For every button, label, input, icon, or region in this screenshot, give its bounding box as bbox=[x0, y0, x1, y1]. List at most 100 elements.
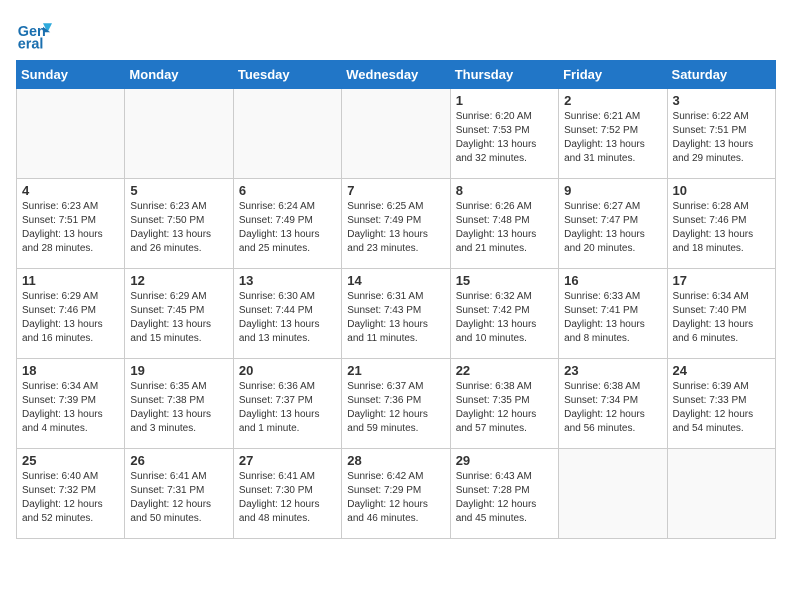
day-cell: 7Sunrise: 6:25 AM Sunset: 7:49 PM Daylig… bbox=[342, 179, 450, 269]
col-header-saturday: Saturday bbox=[667, 61, 775, 89]
day-cell bbox=[559, 449, 667, 539]
day-number: 22 bbox=[456, 363, 553, 378]
day-info: Sunrise: 6:23 AM Sunset: 7:51 PM Dayligh… bbox=[22, 200, 119, 256]
day-info: Sunrise: 6:21 AM Sunset: 7:52 PM Dayligh… bbox=[564, 110, 661, 166]
day-cell: 8 Sunrise: 6:26 AM Sunset: 7:48 PM Daylig… bbox=[450, 179, 558, 269]
day-number: 2 bbox=[564, 93, 661, 108]
day-cell: 3 Sunrise: 6:22 AM Sunset: 7:51 PM Daylig… bbox=[667, 89, 775, 179]
day-info: Sunrise: 6:30 AM Sunset: 7:44 PM Dayligh… bbox=[239, 290, 336, 346]
day-info: Sunrise: 6:27 AM Sunset: 7:47 PM Dayligh… bbox=[564, 200, 661, 256]
day-number: 23 bbox=[564, 363, 661, 378]
day-cell bbox=[125, 89, 233, 179]
day-cell: 28 Sunrise: 6:42 AM Sunset: 7:29 PM Dayli… bbox=[342, 449, 450, 539]
day-cell: 27 Sunrise: 6:41 AM Sunset: 7:30 PM Dayli… bbox=[233, 449, 341, 539]
day-number: 7 bbox=[347, 183, 444, 198]
day-cell: 11Sunrise: 6:29 AM Sunset: 7:46 PM Dayli… bbox=[17, 269, 125, 359]
day-number: 26 bbox=[130, 453, 227, 468]
day-info: Sunrise: 6:34 AM Sunset: 7:39 PM Dayligh… bbox=[22, 380, 119, 436]
col-header-friday: Friday bbox=[559, 61, 667, 89]
day-cell: 1Sunrise: 6:20 AM Sunset: 7:53 PM Daylig… bbox=[450, 89, 558, 179]
day-number: 4 bbox=[22, 183, 119, 198]
day-number: 8 bbox=[456, 183, 553, 198]
day-cell: 10 Sunrise: 6:28 AM Sunset: 7:46 PM Dayli… bbox=[667, 179, 775, 269]
day-cell: 20 Sunrise: 6:36 AM Sunset: 7:37 PM Dayli… bbox=[233, 359, 341, 449]
day-number: 25 bbox=[22, 453, 119, 468]
day-cell: 26 Sunrise: 6:41 AM Sunset: 7:31 PM Dayli… bbox=[125, 449, 233, 539]
day-number: 24 bbox=[673, 363, 770, 378]
day-info: Sunrise: 6:41 AM Sunset: 7:30 PM Dayligh… bbox=[239, 470, 336, 526]
day-info: Sunrise: 6:33 AM Sunset: 7:41 PM Dayligh… bbox=[564, 290, 661, 346]
week-row-5: 25 Sunrise: 6:40 AM Sunset: 7:32 PM Dayli… bbox=[17, 449, 776, 539]
col-header-wednesday: Wednesday bbox=[342, 61, 450, 89]
day-info: Sunrise: 6:28 AM Sunset: 7:46 PM Dayligh… bbox=[673, 200, 770, 256]
week-row-4: 18 Sunrise: 6:34 AM Sunset: 7:39 PM Dayli… bbox=[17, 359, 776, 449]
week-row-3: 11Sunrise: 6:29 AM Sunset: 7:46 PM Dayli… bbox=[17, 269, 776, 359]
day-info: Sunrise: 6:24 AM Sunset: 7:49 PM Dayligh… bbox=[239, 200, 336, 256]
day-info: Sunrise: 6:37 AM Sunset: 7:36 PM Dayligh… bbox=[347, 380, 444, 436]
col-header-tuesday: Tuesday bbox=[233, 61, 341, 89]
day-info: Sunrise: 6:39 AM Sunset: 7:33 PM Dayligh… bbox=[673, 380, 770, 436]
week-row-2: 4 Sunrise: 6:23 AM Sunset: 7:51 PM Daylig… bbox=[17, 179, 776, 269]
day-number: 28 bbox=[347, 453, 444, 468]
day-cell: 6 Sunrise: 6:24 AM Sunset: 7:49 PM Daylig… bbox=[233, 179, 341, 269]
day-cell: 17Sunrise: 6:34 AM Sunset: 7:40 PM Dayli… bbox=[667, 269, 775, 359]
day-number: 1 bbox=[456, 93, 553, 108]
svg-text:eral: eral bbox=[18, 36, 44, 52]
day-cell: 21 Sunrise: 6:37 AM Sunset: 7:36 PM Dayli… bbox=[342, 359, 450, 449]
col-header-sunday: Sunday bbox=[17, 61, 125, 89]
day-info: Sunrise: 6:22 AM Sunset: 7:51 PM Dayligh… bbox=[673, 110, 770, 166]
header-row: SundayMondayTuesdayWednesdayThursdayFrid… bbox=[17, 61, 776, 89]
day-cell: 22 Sunrise: 6:38 AM Sunset: 7:35 PM Dayli… bbox=[450, 359, 558, 449]
day-number: 3 bbox=[673, 93, 770, 108]
day-number: 13 bbox=[239, 273, 336, 288]
day-number: 10 bbox=[673, 183, 770, 198]
day-info: Sunrise: 6:26 AM Sunset: 7:48 PM Dayligh… bbox=[456, 200, 553, 256]
day-cell: 24 Sunrise: 6:39 AM Sunset: 7:33 PM Dayli… bbox=[667, 359, 775, 449]
day-info: Sunrise: 6:36 AM Sunset: 7:37 PM Dayligh… bbox=[239, 380, 336, 436]
day-number: 21 bbox=[347, 363, 444, 378]
day-cell bbox=[342, 89, 450, 179]
day-number: 6 bbox=[239, 183, 336, 198]
day-info: Sunrise: 6:23 AM Sunset: 7:50 PM Dayligh… bbox=[130, 200, 227, 256]
day-number: 18 bbox=[22, 363, 119, 378]
day-number: 16 bbox=[564, 273, 661, 288]
day-info: Sunrise: 6:35 AM Sunset: 7:38 PM Dayligh… bbox=[130, 380, 227, 436]
day-info: Sunrise: 6:29 AM Sunset: 7:46 PM Dayligh… bbox=[22, 290, 119, 346]
day-cell: 18 Sunrise: 6:34 AM Sunset: 7:39 PM Dayli… bbox=[17, 359, 125, 449]
day-info: Sunrise: 6:29 AM Sunset: 7:45 PM Dayligh… bbox=[130, 290, 227, 346]
day-cell: 9 Sunrise: 6:27 AM Sunset: 7:47 PM Daylig… bbox=[559, 179, 667, 269]
day-cell: 14 Sunrise: 6:31 AM Sunset: 7:43 PM Dayli… bbox=[342, 269, 450, 359]
day-info: Sunrise: 6:41 AM Sunset: 7:31 PM Dayligh… bbox=[130, 470, 227, 526]
day-number: 20 bbox=[239, 363, 336, 378]
day-info: Sunrise: 6:42 AM Sunset: 7:29 PM Dayligh… bbox=[347, 470, 444, 526]
day-cell: 2 Sunrise: 6:21 AM Sunset: 7:52 PM Daylig… bbox=[559, 89, 667, 179]
day-cell: 15 Sunrise: 6:32 AM Sunset: 7:42 PM Dayli… bbox=[450, 269, 558, 359]
day-cell: 16 Sunrise: 6:33 AM Sunset: 7:41 PM Dayli… bbox=[559, 269, 667, 359]
day-cell bbox=[17, 89, 125, 179]
day-number: 15 bbox=[456, 273, 553, 288]
day-info: Sunrise: 6:31 AM Sunset: 7:43 PM Dayligh… bbox=[347, 290, 444, 346]
day-number: 17 bbox=[673, 273, 770, 288]
day-number: 9 bbox=[564, 183, 661, 198]
day-info: Sunrise: 6:38 AM Sunset: 7:35 PM Dayligh… bbox=[456, 380, 553, 436]
day-cell: 12 Sunrise: 6:29 AM Sunset: 7:45 PM Dayli… bbox=[125, 269, 233, 359]
logo: Gen eral bbox=[16, 16, 56, 52]
day-cell: 23 Sunrise: 6:38 AM Sunset: 7:34 PM Dayli… bbox=[559, 359, 667, 449]
calendar-table: SundayMondayTuesdayWednesdayThursdayFrid… bbox=[16, 60, 776, 539]
week-row-1: 1Sunrise: 6:20 AM Sunset: 7:53 PM Daylig… bbox=[17, 89, 776, 179]
day-cell: 13 Sunrise: 6:30 AM Sunset: 7:44 PM Dayli… bbox=[233, 269, 341, 359]
day-number: 27 bbox=[239, 453, 336, 468]
day-number: 5 bbox=[130, 183, 227, 198]
day-cell bbox=[667, 449, 775, 539]
day-info: Sunrise: 6:38 AM Sunset: 7:34 PM Dayligh… bbox=[564, 380, 661, 436]
col-header-monday: Monday bbox=[125, 61, 233, 89]
day-info: Sunrise: 6:32 AM Sunset: 7:42 PM Dayligh… bbox=[456, 290, 553, 346]
day-info: Sunrise: 6:43 AM Sunset: 7:28 PM Dayligh… bbox=[456, 470, 553, 526]
day-info: Sunrise: 6:40 AM Sunset: 7:32 PM Dayligh… bbox=[22, 470, 119, 526]
day-cell: 5 Sunrise: 6:23 AM Sunset: 7:50 PM Daylig… bbox=[125, 179, 233, 269]
day-cell bbox=[233, 89, 341, 179]
day-cell: 29Sunrise: 6:43 AM Sunset: 7:28 PM Dayli… bbox=[450, 449, 558, 539]
day-number: 12 bbox=[130, 273, 227, 288]
day-cell: 25 Sunrise: 6:40 AM Sunset: 7:32 PM Dayli… bbox=[17, 449, 125, 539]
day-number: 14 bbox=[347, 273, 444, 288]
